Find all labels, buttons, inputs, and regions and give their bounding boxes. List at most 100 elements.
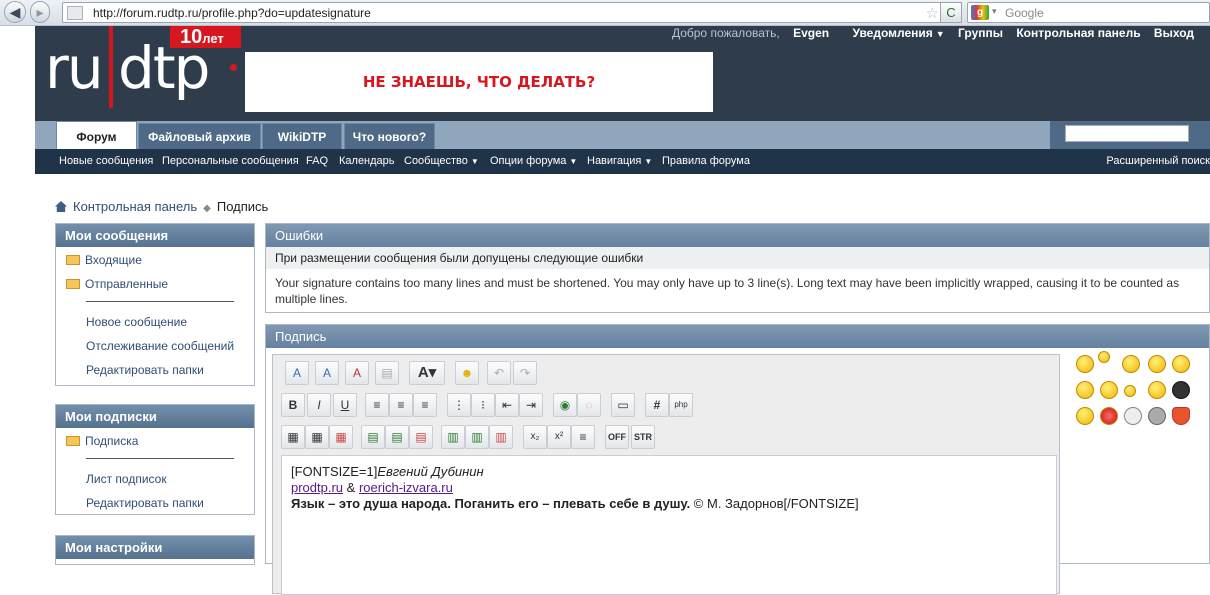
sidebar-item-tracking[interactable]: Отслеживание сообщений [86, 339, 234, 353]
folder-icon [66, 279, 80, 289]
tab-forum[interactable]: Форум [56, 121, 137, 149]
smile-icon[interactable] [1124, 385, 1136, 397]
home-icon[interactable] [55, 201, 67, 212]
sidebar-item-sent[interactable]: Отправленные [66, 277, 168, 291]
outdent-icon[interactable]: ⇤ [495, 393, 519, 417]
sidebar-item-edit-folders[interactable]: Редактировать папки [86, 496, 204, 510]
back-button[interactable]: ◀ [4, 1, 26, 23]
angry-icon[interactable] [1100, 407, 1118, 425]
skull-icon[interactable] [1124, 407, 1142, 425]
subnav-forum-options[interactable]: Опции форума ▼ [490, 155, 577, 167]
smile-icon[interactable] [1148, 381, 1166, 399]
indent-icon[interactable]: ⇥ [519, 393, 543, 417]
undo-icon[interactable]: ↶ [487, 361, 511, 385]
smilies-icon[interactable]: ☻ [455, 361, 479, 385]
insert-column-left-icon[interactable]: ▥ [441, 425, 465, 449]
subscript-icon[interactable]: x₂ [523, 425, 547, 449]
align-left-icon[interactable]: ≡ [365, 393, 389, 417]
soldier-icon[interactable] [1148, 407, 1166, 425]
subnav-faq[interactable]: FAQ [306, 155, 328, 167]
bold-icon[interactable]: B [281, 393, 305, 417]
subnav-new-posts[interactable]: Новые сообщения [59, 155, 153, 167]
bookmark-star-icon[interactable]: ☆ [926, 4, 939, 22]
delete-table-icon[interactable]: ▦ [329, 425, 353, 449]
tab-file-archive[interactable]: Файловый архив [138, 123, 261, 149]
sidebar-item-subscription-list[interactable]: Лист подписок [86, 472, 167, 486]
subnav-navigation[interactable]: Навигация ▼ [587, 155, 652, 167]
google-icon[interactable]: g [971, 5, 989, 20]
font-icon[interactable]: A [285, 361, 309, 385]
signature-link-2[interactable]: roerich-izvara.ru [359, 480, 453, 495]
reload-button[interactable]: C [940, 2, 962, 23]
heart-icon[interactable] [1172, 407, 1190, 425]
paste-icon[interactable]: ▤ [375, 361, 399, 385]
sidebar-item-subscription[interactable]: Подписка [66, 434, 138, 448]
link-icon[interactable]: ◉ [553, 393, 577, 417]
delete-row-icon[interactable]: ▤ [409, 425, 433, 449]
smile-icon[interactable] [1148, 355, 1166, 373]
horizontal-rule-icon[interactable]: ≡ [571, 425, 595, 449]
text-color-icon[interactable]: A▾ [409, 361, 445, 385]
subnav-forum-rules[interactable]: Правила форума [662, 155, 750, 167]
groups-link[interactable]: Группы [958, 26, 1003, 40]
advanced-search-link[interactable]: Расширенный поиск [1106, 155, 1210, 167]
sidebar-item-inbox[interactable]: Входящие [66, 253, 142, 267]
unlink-icon[interactable]: ◌ [577, 393, 601, 417]
smile-icon[interactable] [1076, 381, 1094, 399]
code-icon[interactable]: # [645, 393, 669, 417]
subnav-private-messages[interactable]: Персональные сообщения [162, 155, 299, 167]
underline-icon[interactable]: U [333, 393, 357, 417]
insert-row-above-icon[interactable]: ▤ [361, 425, 385, 449]
ad-banner[interactable]: НЕ ЗНАЕШЬ, ЧТО ДЕЛАТЬ? [245, 52, 713, 112]
smile-icon[interactable] [1098, 351, 1110, 363]
divider [86, 458, 234, 459]
strike-icon[interactable]: STR [631, 425, 655, 449]
control-panel-link[interactable]: Контрольная панель [1016, 26, 1140, 40]
sidebar-my-settings: Мои настройки [55, 535, 255, 565]
php-icon[interactable]: php [669, 393, 693, 417]
smile-icon[interactable] [1076, 355, 1094, 373]
errors-message: Your signature contains too many lines a… [275, 276, 1180, 306]
sidebar-item-new-message[interactable]: Новое сообщение [86, 315, 187, 329]
subnav-calendar[interactable]: Календарь [339, 155, 395, 167]
smile-icon[interactable] [1122, 355, 1140, 373]
signature-link-1[interactable]: prodtp.ru [291, 480, 343, 495]
font-size-icon[interactable]: A [315, 361, 339, 385]
username-link[interactable]: Evgen [793, 26, 829, 40]
breadcrumb-control-panel[interactable]: Контрольная панель [73, 199, 197, 214]
notifications-menu[interactable]: Уведомления ▼ [842, 26, 944, 40]
sidebar-item-edit-folders[interactable]: Редактировать папки [86, 363, 204, 377]
delete-column-icon[interactable]: ▥ [489, 425, 513, 449]
browser-chrome: ◀ ▸ http://forum.rudtp.ru/profile.php?do… [0, 0, 1210, 26]
signature-textarea[interactable]: [FONTSIZE=1]Евгений Дубинин prodtp.ru & … [281, 455, 1057, 595]
remove-format-icon[interactable]: A [345, 361, 369, 385]
tab-wikidtp[interactable]: WikiDTP [262, 123, 342, 149]
ordered-list-icon[interactable]: ⋮ [447, 393, 471, 417]
browser-search-bar[interactable]: g ▾ Google [967, 2, 1210, 23]
site-logo[interactable]: ru dtp 10лет [45, 26, 241, 118]
offtopic-icon[interactable]: OFF [605, 425, 629, 449]
address-bar[interactable]: http://forum.rudtp.ru/profile.php?do=upd… [62, 2, 962, 23]
search-input[interactable] [1065, 125, 1189, 142]
smile-icon[interactable] [1100, 381, 1118, 399]
smile-icon[interactable] [1172, 355, 1190, 373]
cool-smile-icon[interactable] [1172, 381, 1190, 399]
insert-column-right-icon[interactable]: ▥ [465, 425, 489, 449]
forward-button[interactable]: ▸ [30, 1, 50, 23]
quote-icon[interactable]: ▭ [611, 393, 635, 417]
search-engine-dropdown-icon[interactable]: ▾ [992, 6, 997, 17]
table-icon[interactable]: ▦ [281, 425, 305, 449]
browser-nav: ◀ ▸ [2, 1, 62, 23]
subnav-community[interactable]: Сообщество ▼ [404, 155, 479, 167]
align-right-icon[interactable]: ≡ [413, 393, 437, 417]
redo-icon[interactable]: ↷ [513, 361, 537, 385]
smile-icon[interactable] [1076, 407, 1094, 425]
logout-link[interactable]: Выход [1154, 26, 1194, 40]
superscript-icon[interactable]: x² [547, 425, 571, 449]
italic-icon[interactable]: I [307, 393, 331, 417]
insert-row-below-icon[interactable]: ▤ [385, 425, 409, 449]
unordered-list-icon[interactable]: ⁝ [471, 393, 495, 417]
tab-whats-new[interactable]: Что нового? [344, 123, 435, 149]
align-center-icon[interactable]: ≡ [389, 393, 413, 417]
table-properties-icon[interactable]: ▦ [305, 425, 329, 449]
